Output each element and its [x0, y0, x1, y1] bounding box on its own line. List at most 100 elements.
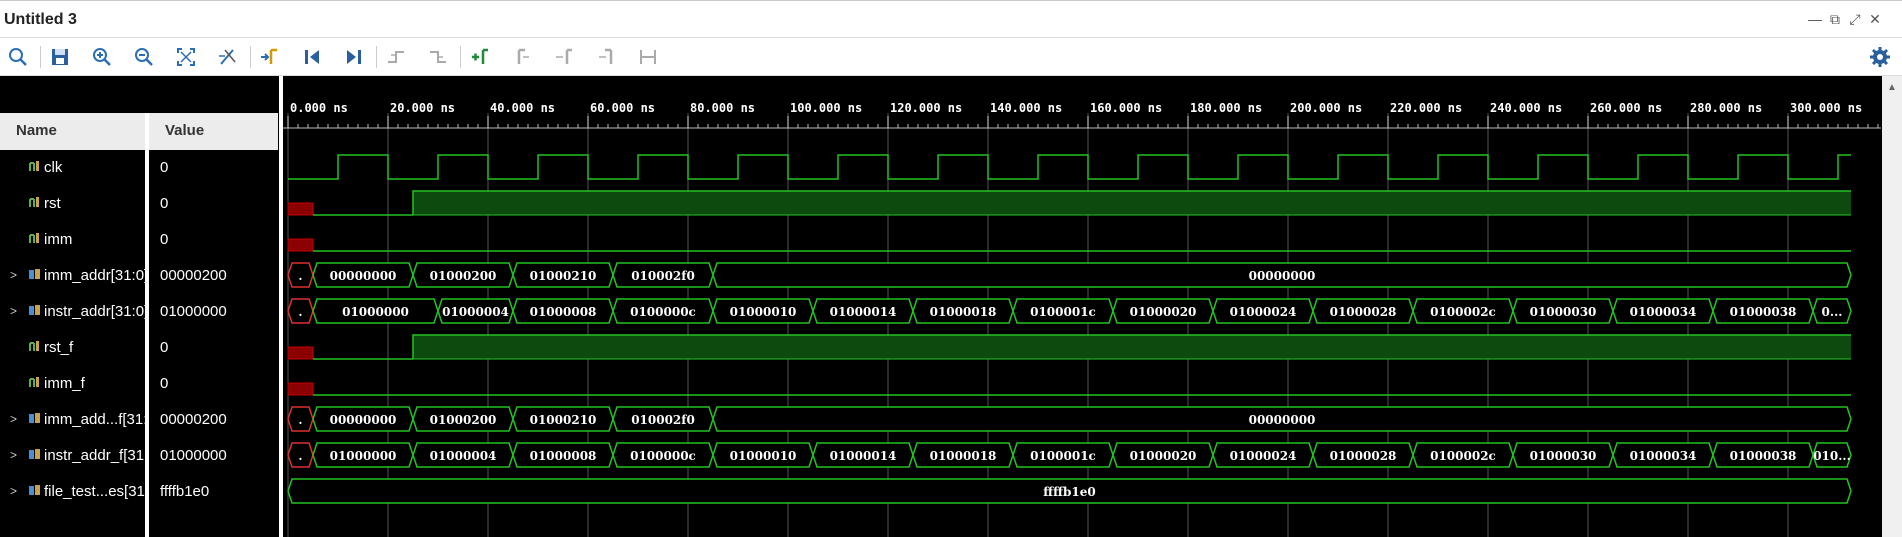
- unknown-value-marker: [287, 382, 314, 396]
- bus-value-label: 01000034: [1630, 449, 1697, 463]
- window-title: Untitled 3: [4, 11, 77, 28]
- swap-cursors-button[interactable]: [593, 44, 619, 70]
- bus-value-label: 01000024: [1230, 305, 1297, 319]
- time-tick-label: 0.000 ns: [290, 101, 348, 115]
- bus-value-label: .: [298, 413, 302, 427]
- bus-value-label: 01000020: [1130, 305, 1197, 319]
- expand-chevron-icon[interactable]: >: [10, 448, 17, 462]
- time-tick-label: 80.000 ns: [690, 101, 755, 115]
- time-tick-label: 180.000 ns: [1190, 101, 1262, 115]
- bus-value-label: 0100002c: [1430, 305, 1496, 319]
- bus-value-label: 01000004: [430, 449, 497, 463]
- signal-value-cell: 01000000: [160, 438, 278, 474]
- bus-value-label: ffffb1e0: [1043, 485, 1095, 499]
- time-ruler: [283, 113, 1881, 128]
- search-button[interactable]: [5, 44, 31, 70]
- value-header-label: Value: [165, 122, 205, 139]
- previous-transition-button[interactable]: [383, 44, 409, 70]
- signal-value-cell: 00000200: [160, 402, 278, 438]
- signal-name-row[interactable]: rst_f: [0, 330, 149, 366]
- bus-value-label: 01000018: [930, 449, 997, 463]
- signal-name-row[interactable]: clk: [0, 150, 149, 186]
- add-marker-button[interactable]: [257, 44, 283, 70]
- zoom-in-button[interactable]: [89, 44, 115, 70]
- bus-signal-icon: [29, 449, 40, 459]
- bit-signal-icon: [29, 197, 39, 207]
- expand-chevron-icon[interactable]: >: [10, 304, 17, 318]
- signal-name-row[interactable]: > instr_addr_f[31:0]: [0, 438, 149, 474]
- bus-value-label: 01000004: [442, 305, 509, 319]
- expand-chevron-icon[interactable]: >: [10, 484, 17, 498]
- signal-name-row[interactable]: > instr_addr[31:0]: [0, 294, 149, 330]
- next-transition-button[interactable]: [425, 44, 451, 70]
- cursor-to-zero-button[interactable]: [215, 44, 241, 70]
- close-button[interactable]: ✕: [1866, 11, 1884, 28]
- signal-name: imm_f: [44, 375, 85, 392]
- expand-chevron-icon[interactable]: >: [10, 268, 17, 282]
- signal-value: 01000000: [160, 447, 227, 464]
- name-column-header[interactable]: Name: [0, 113, 149, 150]
- signal-value: 01000000: [160, 303, 227, 320]
- signal-name-row[interactable]: > imm_addr[31:0]: [0, 258, 149, 294]
- bus-value-label: 0...: [1822, 305, 1843, 319]
- bus-value-label: 00000000: [330, 413, 397, 427]
- signal-name: file_test...es[31:0]: [44, 483, 148, 500]
- signal-name: rst_f: [44, 339, 74, 356]
- next-transition-icon: [430, 51, 446, 63]
- signal-value-cell: 0: [160, 186, 278, 222]
- zoom-fit-icon: [177, 48, 195, 66]
- window-title-bar: Untitled 3 — ⧉ ⤢ ✕: [0, 0, 1902, 38]
- signal-name-row[interactable]: imm: [0, 222, 149, 258]
- bus-value-label: 01000028: [1330, 449, 1397, 463]
- signal-name: imm_add...f[31:0]: [44, 411, 148, 428]
- add-marker-green-button[interactable]: [467, 44, 493, 70]
- settings-button[interactable]: [1868, 45, 1892, 69]
- zoom-out-button[interactable]: [131, 44, 157, 70]
- time-tick-label: 260.000 ns: [1590, 101, 1662, 115]
- signal-value-cell: 0: [160, 366, 278, 402]
- zoom-fit-button[interactable]: [173, 44, 199, 70]
- signal-name-row[interactable]: > imm_add...f[31:0]: [0, 402, 149, 438]
- signal-name: imm_addr[31:0]: [44, 267, 148, 284]
- signal-value-cell: 00000200: [160, 258, 278, 294]
- waveform-canvas[interactable]: 0.000 ns 20.000 ns 40.000 ns 60.000 ns 80.00…: [283, 76, 1881, 537]
- bus-value-label: 00000000: [1249, 413, 1316, 427]
- signal-value-cell: 0: [160, 150, 278, 186]
- go-to-end-button[interactable]: [341, 44, 367, 70]
- restore-button[interactable]: ⧉: [1826, 11, 1844, 28]
- vertical-scrollbar[interactable]: ▲: [1882, 76, 1902, 537]
- bus-value-label: .: [298, 449, 302, 463]
- maximize-button[interactable]: ⤢: [1846, 11, 1864, 28]
- bus-value-label: 01000024: [1230, 449, 1297, 463]
- bus-value-label: 01000200: [430, 413, 497, 427]
- previous-transition-icon: [388, 51, 404, 63]
- toolbar-separator: [376, 46, 377, 68]
- bus-value-label: 01000034: [1630, 305, 1697, 319]
- bus-value-label: 0100002c: [1430, 449, 1496, 463]
- signal-name-row[interactable]: rst: [0, 186, 149, 222]
- go-to-start-button[interactable]: [299, 44, 325, 70]
- signal-value: 00000200: [160, 411, 227, 428]
- signal-value: 0: [160, 231, 169, 248]
- bus-value-label: 01000014: [830, 449, 897, 463]
- bus-value-label: 01000008: [530, 449, 597, 463]
- previous-marker-button[interactable]: [509, 44, 535, 70]
- bus-value-label: 01000210: [530, 269, 597, 283]
- bus-value-label: 01000038: [1730, 449, 1797, 463]
- waveform-toolbar: [0, 38, 1902, 76]
- clock-waveform: [288, 154, 1851, 180]
- expand-chevron-icon[interactable]: >: [10, 412, 17, 426]
- bus-signal-icon: [29, 305, 40, 315]
- bus-value-label: 00000000: [330, 269, 397, 283]
- scroll-up-icon[interactable]: ▲: [1887, 82, 1897, 93]
- value-column-header[interactable]: Value: [149, 113, 278, 150]
- save-button[interactable]: [47, 44, 73, 70]
- minimize-button[interactable]: —: [1806, 11, 1824, 27]
- signal-name-row[interactable]: imm_f: [0, 366, 149, 402]
- signal-value-cell: ffffb1e0: [160, 474, 278, 510]
- signal-name: imm: [44, 231, 73, 248]
- snap-button[interactable]: [635, 44, 661, 70]
- bus-value-label: 010...: [1813, 449, 1851, 463]
- signal-name-row[interactable]: > file_test...es[31:0]: [0, 474, 149, 510]
- next-marker-button[interactable]: [551, 44, 577, 70]
